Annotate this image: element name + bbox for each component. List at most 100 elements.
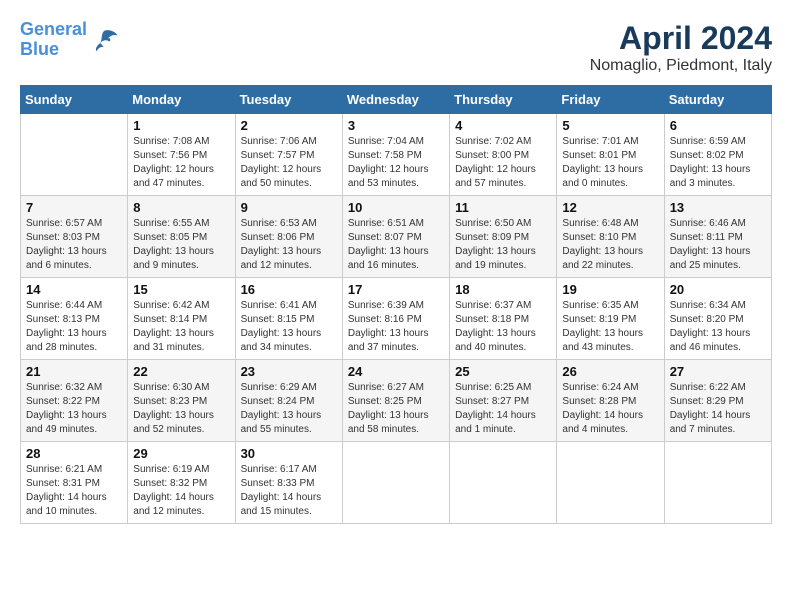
weekday-row: SundayMondayTuesdayWednesdayThursdayFrid…: [21, 86, 772, 114]
day-number: 10: [348, 200, 444, 215]
day-info: Sunrise: 6:32 AM Sunset: 8:22 PM Dayligh…: [26, 381, 122, 437]
weekday-header-saturday: Saturday: [664, 86, 771, 114]
day-number: 29: [133, 446, 229, 461]
day-number: 14: [26, 282, 122, 297]
calendar-cell: 14 Sunrise: 6:44 AM Sunset: 8:13 PM Dayli…: [21, 278, 128, 360]
day-info: Sunrise: 6:30 AM Sunset: 8:23 PM Dayligh…: [133, 381, 229, 437]
day-info: Sunrise: 6:37 AM Sunset: 8:18 PM Dayligh…: [455, 299, 551, 355]
calendar-week-row: 21 Sunrise: 6:32 AM Sunset: 8:22 PM Dayli…: [21, 360, 772, 442]
day-number: 11: [455, 200, 551, 215]
day-number: 21: [26, 364, 122, 379]
weekday-header-wednesday: Wednesday: [342, 86, 449, 114]
day-number: 19: [562, 282, 658, 297]
calendar-cell: [664, 442, 771, 524]
day-info: Sunrise: 6:25 AM Sunset: 8:27 PM Dayligh…: [455, 381, 551, 437]
calendar-cell: 18 Sunrise: 6:37 AM Sunset: 8:18 PM Dayli…: [450, 278, 557, 360]
logo: General Blue: [20, 20, 119, 60]
day-number: 16: [241, 282, 337, 297]
day-number: 23: [241, 364, 337, 379]
day-number: 8: [133, 200, 229, 215]
page-header: General Blue April 2024 Nomaglio, Piedmo…: [20, 20, 772, 75]
calendar-cell: [557, 442, 664, 524]
calendar-cell: 20 Sunrise: 6:34 AM Sunset: 8:20 PM Dayli…: [664, 278, 771, 360]
calendar-table: SundayMondayTuesdayWednesdayThursdayFrid…: [20, 85, 772, 524]
day-info: Sunrise: 6:34 AM Sunset: 8:20 PM Dayligh…: [670, 299, 766, 355]
day-number: 5: [562, 118, 658, 133]
calendar-cell: 26Sunrise: 6:24 AM Sunset: 8:28 PM Dayli…: [557, 360, 664, 442]
logo-line1: General: [20, 19, 87, 39]
day-number: 3: [348, 118, 444, 133]
weekday-header-friday: Friday: [557, 86, 664, 114]
logo-bird-icon: [89, 25, 119, 55]
calendar-cell: 11Sunrise: 6:50 AM Sunset: 8:09 PM Dayli…: [450, 196, 557, 278]
calendar-cell: 29 Sunrise: 6:19 AM Sunset: 8:32 PM Dayli…: [128, 442, 235, 524]
day-number: 27: [670, 364, 766, 379]
day-number: 7: [26, 200, 122, 215]
title-section: April 2024 Nomaglio, Piedmont, Italy: [590, 20, 772, 75]
day-number: 20: [670, 282, 766, 297]
logo-text: General Blue: [20, 20, 87, 60]
day-info: Sunrise: 6:41 AM Sunset: 8:15 PM Dayligh…: [241, 299, 337, 355]
day-info: Sunrise: 6:59 AM Sunset: 8:02 PM Dayligh…: [670, 135, 766, 191]
calendar-cell: 24 Sunrise: 6:27 AM Sunset: 8:25 PM Dayli…: [342, 360, 449, 442]
day-number: 12: [562, 200, 658, 215]
day-info: Sunrise: 6:24 AM Sunset: 8:28 PM Dayligh…: [562, 381, 658, 437]
day-info: Sunrise: 6:27 AM Sunset: 8:25 PM Dayligh…: [348, 381, 444, 437]
main-title: April 2024: [590, 20, 772, 57]
day-number: 25: [455, 364, 551, 379]
day-number: 15: [133, 282, 229, 297]
calendar-cell: 4 Sunrise: 7:02 AM Sunset: 8:00 PM Daylig…: [450, 114, 557, 196]
day-info: Sunrise: 6:21 AM Sunset: 8:31 PM Dayligh…: [26, 463, 122, 519]
calendar-cell: 7 Sunrise: 6:57 AM Sunset: 8:03 PM Daylig…: [21, 196, 128, 278]
calendar-cell: 13Sunrise: 6:46 AM Sunset: 8:11 PM Dayli…: [664, 196, 771, 278]
calendar-cell: 22 Sunrise: 6:30 AM Sunset: 8:23 PM Dayli…: [128, 360, 235, 442]
day-info: Sunrise: 7:02 AM Sunset: 8:00 PM Dayligh…: [455, 135, 551, 191]
calendar-cell: 6 Sunrise: 6:59 AM Sunset: 8:02 PM Daylig…: [664, 114, 771, 196]
calendar-cell: 23 Sunrise: 6:29 AM Sunset: 8:24 PM Dayli…: [235, 360, 342, 442]
calendar-week-row: 1 Sunrise: 7:08 AM Sunset: 7:56 PM Daylig…: [21, 114, 772, 196]
weekday-header-sunday: Sunday: [21, 86, 128, 114]
calendar-cell: [21, 114, 128, 196]
day-info: Sunrise: 7:06 AM Sunset: 7:57 PM Dayligh…: [241, 135, 337, 191]
day-info: Sunrise: 6:19 AM Sunset: 8:32 PM Dayligh…: [133, 463, 229, 519]
day-number: 4: [455, 118, 551, 133]
day-number: 22: [133, 364, 229, 379]
calendar-body: 1 Sunrise: 7:08 AM Sunset: 7:56 PM Daylig…: [21, 114, 772, 524]
calendar-cell: [450, 442, 557, 524]
day-number: 30: [241, 446, 337, 461]
day-info: Sunrise: 7:01 AM Sunset: 8:01 PM Dayligh…: [562, 135, 658, 191]
calendar-cell: 8 Sunrise: 6:55 AM Sunset: 8:05 PM Daylig…: [128, 196, 235, 278]
day-info: Sunrise: 6:17 AM Sunset: 8:33 PM Dayligh…: [241, 463, 337, 519]
calendar-week-row: 7 Sunrise: 6:57 AM Sunset: 8:03 PM Daylig…: [21, 196, 772, 278]
day-info: Sunrise: 6:57 AM Sunset: 8:03 PM Dayligh…: [26, 217, 122, 273]
day-number: 18: [455, 282, 551, 297]
day-info: Sunrise: 6:44 AM Sunset: 8:13 PM Dayligh…: [26, 299, 122, 355]
calendar-week-row: 28Sunrise: 6:21 AM Sunset: 8:31 PM Dayli…: [21, 442, 772, 524]
day-number: 6: [670, 118, 766, 133]
day-number: 1: [133, 118, 229, 133]
calendar-cell: 9Sunrise: 6:53 AM Sunset: 8:06 PM Daylig…: [235, 196, 342, 278]
calendar-week-row: 14 Sunrise: 6:44 AM Sunset: 8:13 PM Dayli…: [21, 278, 772, 360]
day-number: 2: [241, 118, 337, 133]
weekday-header-thursday: Thursday: [450, 86, 557, 114]
calendar-cell: 10 Sunrise: 6:51 AM Sunset: 8:07 PM Dayli…: [342, 196, 449, 278]
logo-line2: Blue: [20, 39, 59, 59]
calendar-cell: [342, 442, 449, 524]
calendar-cell: 1 Sunrise: 7:08 AM Sunset: 7:56 PM Daylig…: [128, 114, 235, 196]
day-number: 24: [348, 364, 444, 379]
calendar-cell: 16 Sunrise: 6:41 AM Sunset: 8:15 PM Dayli…: [235, 278, 342, 360]
subtitle: Nomaglio, Piedmont, Italy: [590, 57, 772, 75]
calendar-cell: 2 Sunrise: 7:06 AM Sunset: 7:57 PM Daylig…: [235, 114, 342, 196]
day-info: Sunrise: 6:29 AM Sunset: 8:24 PM Dayligh…: [241, 381, 337, 437]
calendar-cell: 5 Sunrise: 7:01 AM Sunset: 8:01 PM Daylig…: [557, 114, 664, 196]
calendar-cell: 15 Sunrise: 6:42 AM Sunset: 8:14 PM Dayli…: [128, 278, 235, 360]
calendar-cell: 25 Sunrise: 6:25 AM Sunset: 8:27 PM Dayli…: [450, 360, 557, 442]
day-info: Sunrise: 7:08 AM Sunset: 7:56 PM Dayligh…: [133, 135, 229, 191]
day-info: Sunrise: 6:55 AM Sunset: 8:05 PM Dayligh…: [133, 217, 229, 273]
calendar-cell: 21 Sunrise: 6:32 AM Sunset: 8:22 PM Dayli…: [21, 360, 128, 442]
day-info: Sunrise: 6:46 AM Sunset: 8:11 PM Dayligh…: [670, 217, 766, 273]
calendar-cell: 30 Sunrise: 6:17 AM Sunset: 8:33 PM Dayli…: [235, 442, 342, 524]
day-info: Sunrise: 6:42 AM Sunset: 8:14 PM Dayligh…: [133, 299, 229, 355]
calendar-cell: 3Sunrise: 7:04 AM Sunset: 7:58 PM Daylig…: [342, 114, 449, 196]
day-info: Sunrise: 6:51 AM Sunset: 8:07 PM Dayligh…: [348, 217, 444, 273]
